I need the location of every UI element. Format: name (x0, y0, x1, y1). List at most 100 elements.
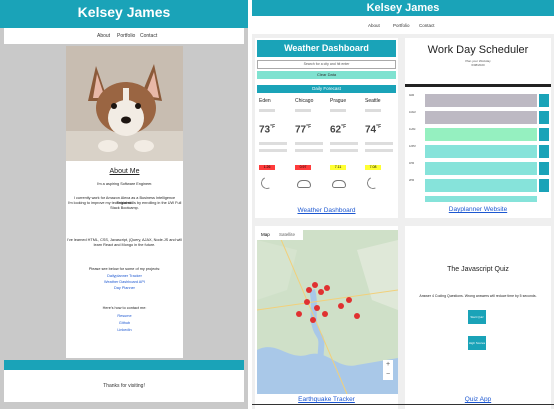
project-link-1[interactable]: Dailyplanner Tracker (66, 274, 183, 279)
uv-index-badge: 1.26 (259, 165, 275, 170)
city-name: Seattle (365, 98, 381, 104)
portfolio-nav-contact[interactable]: Contact (419, 23, 435, 28)
portfolio-nav-about[interactable]: About (368, 23, 380, 28)
footer-bar (4, 360, 244, 370)
hour-block-future[interactable] (425, 162, 537, 175)
weather-card[interactable]: Weather Dashboard Search for a city and … (255, 38, 398, 218)
uv-index-badge: 7.11 (330, 165, 346, 170)
detail-line (259, 149, 287, 152)
weather-heading: Weather Dashboard (284, 43, 369, 53)
quiz-card[interactable]: The Javascript Quiz Answer 4 Coding Ques… (405, 226, 551, 409)
hour-block-present[interactable] (425, 128, 537, 141)
cloud-icon (332, 180, 346, 188)
date-chip (259, 109, 275, 112)
weather-dashboard-link[interactable]: Weather Dashboard (255, 207, 398, 214)
portfolio-title: Kelsey James (366, 2, 440, 14)
contact-linkedin-link[interactable]: LinkedIn (66, 328, 183, 333)
city-temp: 74°F (365, 124, 382, 136)
detail-line (330, 149, 358, 152)
detail-line (295, 149, 323, 152)
contact-github-link[interactable]: Github (66, 321, 183, 326)
projects-lead: Please see below for some of my projects… (88, 267, 161, 271)
high-scores-button[interactable]: High Scores (468, 336, 486, 350)
detail-line (295, 142, 323, 145)
daily-forecast-bar: Daily Forecast (257, 85, 396, 93)
city-name: Chicago (295, 98, 314, 104)
site-header: Kelsey James (0, 0, 248, 28)
hour-block-future[interactable] (425, 145, 537, 158)
nav-about[interactable]: About (97, 33, 110, 39)
quiz-heading: The Javascript Quiz (447, 266, 509, 273)
detail-line (330, 142, 358, 145)
about-heading: About Me (109, 168, 140, 175)
clear-data-button[interactable]: Clear Data (257, 71, 396, 79)
site-title: Kelsey James (77, 4, 171, 20)
nav-bar: About Portfolio Contact (4, 28, 244, 44)
city-name: Prague (330, 98, 347, 104)
save-button[interactable] (539, 179, 549, 192)
intro-text: I'm a aspiring Software Engineer. (96, 182, 153, 186)
detail-line (259, 142, 287, 145)
hour-block-future[interactable] (425, 179, 537, 192)
save-button[interactable] (539, 94, 549, 107)
para2-line2: learn React and Mongo in the future. (93, 243, 156, 247)
contact-resume-link[interactable]: Resume (66, 314, 183, 319)
moon-icon (259, 175, 275, 191)
portfolio-nav-portfolio[interactable]: Portfolio (393, 23, 410, 28)
weather-heading-bar: Weather Dashboard (257, 40, 396, 57)
para1-line3: Stack Bootcamp. (110, 206, 139, 210)
hour-block-past[interactable] (425, 94, 537, 107)
cloud-icon (297, 180, 311, 188)
map-tab[interactable]: Map (261, 230, 270, 240)
left-screenshot-panel: Kelsey James About Portfolio Contact Abo… (0, 0, 248, 409)
map-type-control: Map Satellite (257, 230, 303, 240)
dayplanner-card[interactable]: Work Day Scheduler Plan your Workday 6/0… (405, 38, 551, 218)
detail-line (365, 149, 393, 152)
footer-text: Thanks for visiting! (103, 383, 145, 389)
earthquake-card[interactable]: Map Satellite + − Earthquake Tracker (255, 226, 398, 409)
quiz-app-link[interactable]: Quiz App (405, 396, 551, 403)
date-chip (330, 109, 346, 112)
hour-label: 9AM (409, 94, 415, 97)
zoom-controls[interactable]: + − (383, 360, 393, 380)
project-link-3[interactable]: Day Planner (66, 286, 183, 291)
uv-index-badge: 7.08 (365, 165, 381, 170)
satellite-tab[interactable]: Satellite (279, 230, 295, 240)
bottom-border (252, 404, 554, 405)
hour-label: 10AM (409, 111, 416, 114)
quiz-description: Answer 4 Coding Questions. Wrong answers… (419, 294, 537, 298)
earthquake-map[interactable] (257, 230, 398, 394)
detail-line (365, 142, 393, 145)
hour-label: 12PM (409, 145, 416, 148)
start-quiz-button[interactable]: Start Quiz (468, 310, 486, 324)
city-name: Eden (259, 98, 271, 104)
save-button[interactable] (539, 145, 549, 158)
city-temp: 62°F (330, 124, 347, 136)
contact-lead: Here's how to contact me: (102, 306, 147, 310)
hour-label: 1PM (409, 162, 415, 165)
dayplanner-website-link[interactable]: Dayplanner Website (405, 206, 551, 213)
profile-photo (66, 46, 183, 161)
date-chip (365, 109, 381, 112)
save-button[interactable] (539, 162, 549, 175)
right-screenshot-panel: Kelsey James About Portfolio Contact Wea… (252, 0, 554, 409)
portfolio-nav: About Portfolio Contact (252, 16, 554, 34)
hour-label: 11AM (409, 128, 416, 131)
hour-block-past[interactable] (425, 111, 537, 124)
project-link-2[interactable]: Weather Dashboard API (66, 280, 183, 285)
uv-index-badge: 0.97 (295, 165, 311, 170)
hour-label: 2PM (409, 179, 415, 182)
scheduler-divider (405, 84, 551, 87)
moon-icon (365, 175, 381, 191)
hour-block-future[interactable] (425, 196, 537, 202)
portfolio-header: Kelsey James (252, 0, 554, 16)
footer: Thanks for visiting! (4, 370, 244, 402)
save-button[interactable] (539, 128, 549, 141)
scheduler-heading: Work Day Scheduler (427, 44, 529, 56)
earthquake-tracker-link[interactable]: Earthquake Tracker (255, 396, 398, 403)
city-search-input[interactable]: Search for a city and hit enter (257, 60, 396, 69)
city-temp: 77°F (295, 124, 312, 136)
save-button[interactable] (539, 111, 549, 124)
nav-portfolio[interactable]: Portfolio (117, 33, 135, 39)
nav-contact[interactable]: Contact (140, 33, 157, 39)
